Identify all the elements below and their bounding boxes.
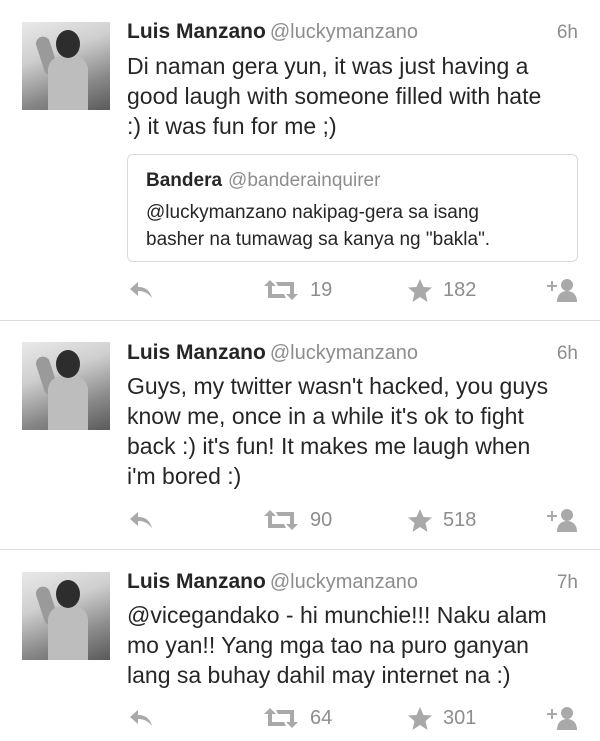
tweet[interactable]: Luis Manzano @luckymanzano 6h Guys, my tw… xyxy=(0,321,600,549)
tweet-author[interactable]: Luis Manzano @luckymanzano xyxy=(127,20,418,44)
tweet-line: @vicegandako - hi munchie!!! Naku alam xyxy=(127,602,547,628)
retweet-icon xyxy=(264,708,298,728)
retweet-icon xyxy=(264,280,298,300)
tweet[interactable]: Luis Manzano @luckymanzano 7h @vicegandak… xyxy=(0,550,600,741)
tweet-author[interactable]: Luis Manzano @luckymanzano xyxy=(127,341,418,365)
follow-button[interactable] xyxy=(543,273,579,307)
tweet-line: i'm bored :) xyxy=(127,463,242,489)
author-handle: @luckymanzano xyxy=(269,21,418,43)
tweet-actions: 19 182 xyxy=(0,273,600,307)
tweet-text: @vicegandako - hi munchie!!! Naku alam m… xyxy=(127,600,577,690)
favorite-count: 182 xyxy=(443,278,477,301)
retweet-button[interactable]: 90 xyxy=(262,503,332,537)
add-user-icon xyxy=(547,707,577,730)
quoted-handle: @banderainquirer xyxy=(228,170,381,191)
star-icon xyxy=(408,706,432,730)
quoted-name: Bandera xyxy=(146,170,223,191)
tweet-line: back :) it's fun! It makes me laugh when xyxy=(127,433,531,459)
favorite-button[interactable]: 182 xyxy=(407,273,476,307)
tweet-line: Guys, my twitter wasn't hacked, you guys xyxy=(127,373,549,399)
retweet-count: 90 xyxy=(310,508,333,531)
quoted-line: basher na tumawag sa kanya ng "bakla". xyxy=(146,229,491,250)
avatar[interactable] xyxy=(22,342,110,430)
tweet-text: Di naman gera yun, it was just having a … xyxy=(127,51,577,141)
tweet-line: good laugh with someone filled with hate xyxy=(127,83,542,109)
favorite-count: 301 xyxy=(443,706,477,729)
reply-button[interactable] xyxy=(128,503,154,537)
tweet-line: lang sa buhay dahil may internet na :) xyxy=(127,662,511,688)
retweet-count: 64 xyxy=(310,706,333,729)
reply-arrow-icon xyxy=(130,282,152,298)
reply-arrow-icon xyxy=(130,512,152,528)
star-icon xyxy=(408,278,432,302)
reply-button[interactable] xyxy=(128,701,154,735)
author-name: Luis Manzano xyxy=(127,341,266,364)
tweet-author[interactable]: Luis Manzano @luckymanzano xyxy=(127,570,418,594)
star-icon xyxy=(408,508,432,532)
add-user-icon xyxy=(547,509,577,532)
quoted-tweet[interactable]: Bandera @banderainquirer @luckymanzano na… xyxy=(127,154,578,262)
avatar[interactable] xyxy=(22,572,110,660)
tweet-time: 7h xyxy=(556,572,578,593)
add-user-icon xyxy=(547,279,577,302)
tweet-time: 6h xyxy=(556,22,578,43)
retweet-button[interactable]: 64 xyxy=(262,701,332,735)
author-name: Luis Manzano xyxy=(127,20,266,43)
retweet-icon xyxy=(264,510,298,530)
favorite-button[interactable]: 518 xyxy=(407,503,476,537)
reply-button[interactable] xyxy=(128,273,154,307)
tweet-line: mo yan!! Yang mga tao na puro ganyan xyxy=(127,632,529,658)
favorite-button[interactable]: 301 xyxy=(407,701,476,735)
quoted-line: @luckymanzano nakipag-gera sa isang xyxy=(146,202,479,223)
tweet-time: 6h xyxy=(556,343,578,364)
author-handle: @luckymanzano xyxy=(269,342,418,364)
quoted-text: @luckymanzano nakipag-gera sa isang bash… xyxy=(146,199,556,253)
tweet-actions: 64 301 xyxy=(0,701,600,735)
reply-arrow-icon xyxy=(130,710,152,726)
avatar[interactable] xyxy=(22,22,110,110)
retweet-count: 19 xyxy=(310,278,333,301)
author-name: Luis Manzano xyxy=(127,570,266,593)
tweet[interactable]: Luis Manzano @luckymanzano 6h Di naman ge… xyxy=(0,0,600,320)
follow-button[interactable] xyxy=(543,503,579,537)
favorite-count: 518 xyxy=(443,508,477,531)
author-handle: @luckymanzano xyxy=(269,571,418,593)
tweet-line: know me, once in a while it's ok to figh… xyxy=(127,403,524,429)
quoted-author: Bandera @banderainquirer xyxy=(146,170,380,192)
retweet-button[interactable]: 19 xyxy=(262,273,332,307)
follow-button[interactable] xyxy=(543,701,579,735)
tweet-actions: 90 518 xyxy=(0,503,600,537)
tweet-line: :) it was fun for me ;) xyxy=(127,113,337,139)
tweet-text: Guys, my twitter wasn't hacked, you guys… xyxy=(127,371,577,491)
tweet-line: Di naman gera yun, it was just having a xyxy=(127,53,529,79)
